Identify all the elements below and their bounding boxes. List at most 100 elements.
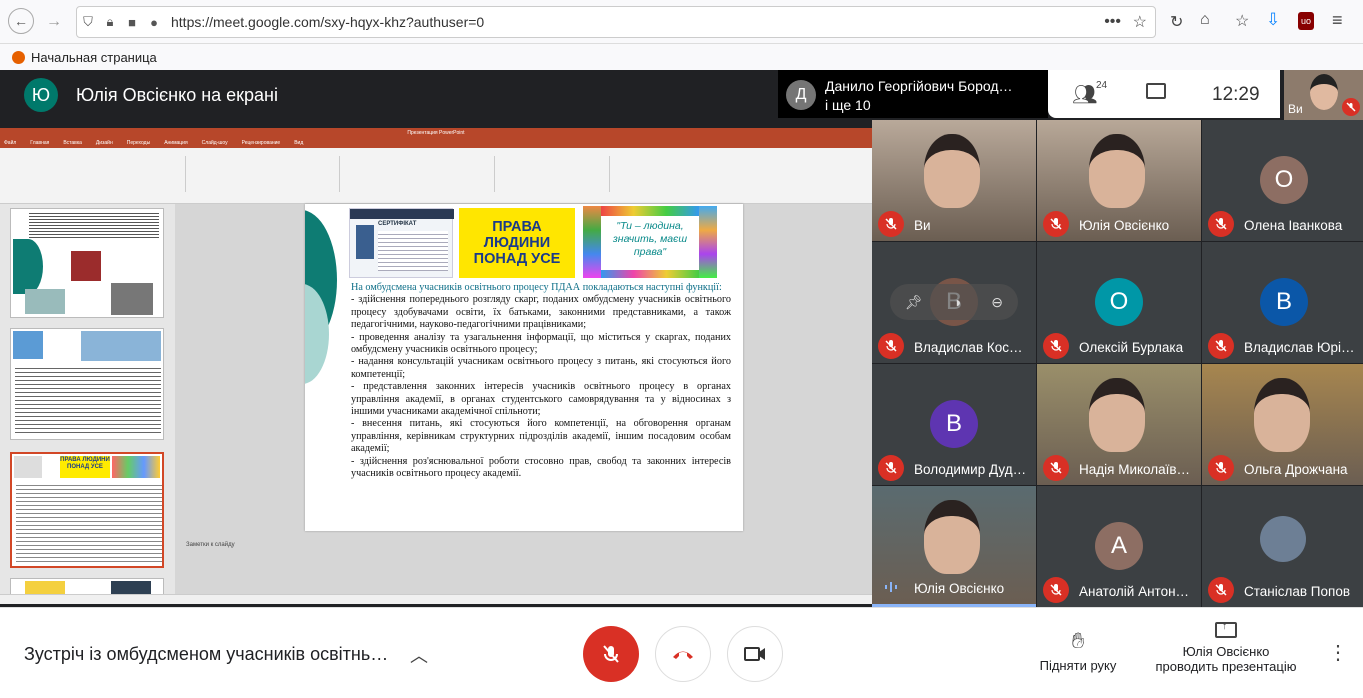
forward-icon[interactable]: → <box>40 8 68 36</box>
participant-video <box>924 500 980 574</box>
participant-name: Владислав Кос… <box>914 340 1032 355</box>
presenting-name: Юлія Овсієнко <box>1150 644 1302 659</box>
participant-tile[interactable]: О Олексій Бурлака <box>1037 242 1201 363</box>
people-icon[interactable]: 👥︎ <box>1072 82 1097 107</box>
slide-item: - надання консультацій учасникам освітнь… <box>351 356 731 381</box>
participant-name: Ольга Дрожчана <box>1244 462 1362 477</box>
download-icon[interactable]: ⇩ <box>1266 10 1280 30</box>
participant-tile[interactable]: В📌︎◑⊖Владислав Кос… <box>872 242 1036 363</box>
participant-tile[interactable]: Надія Миколаїв… <box>1037 364 1201 485</box>
slide-notes[interactable]: Заметки к слайду <box>186 542 235 548</box>
participant-tile[interactable]: Станіслав Попов <box>1202 486 1363 607</box>
expand-icon[interactable]: ◑ <box>953 294 961 310</box>
star-icon[interactable]: ☆ <box>1133 12 1147 32</box>
hangup-button[interactable] <box>655 626 711 682</box>
slide-item: - представлення законних інтересів учасн… <box>351 381 731 418</box>
hands-image: "Ти – людина, значить, маєш права" <box>583 206 717 278</box>
more-options-icon[interactable]: ⋮ <box>1328 640 1348 665</box>
participant-tile[interactable]: А Анатолій Антон… <box>1037 486 1201 607</box>
speaker-more: і ще 10 <box>825 97 871 113</box>
cert-label: СЕРТИФІКАТ <box>378 221 416 227</box>
participant-tile[interactable]: ООлена Іванкова <box>1202 120 1363 241</box>
firefox-icon <box>12 51 25 64</box>
mic-off-icon <box>878 333 904 359</box>
speaking-indicator-icon <box>878 574 904 600</box>
meet-header: Ю Юлія Овсієнко на екрані Д Данило Георг… <box>0 70 1363 120</box>
remove-icon[interactable]: ⊖ <box>991 294 1003 311</box>
participant-name: Станіслав Попов <box>1244 584 1362 599</box>
participant-avatar: О <box>1095 278 1143 326</box>
raise-hand-label: Підняти руку <box>1030 658 1126 673</box>
slide-item: - здійснення попереднього розгляду скарг… <box>351 294 731 331</box>
slide-heading: На омбудсмена учасників освітнього проце… <box>351 282 731 294</box>
bookmarks-icon[interactable]: ☆ <box>1235 11 1249 31</box>
hangup-icon <box>671 648 695 660</box>
participant-photo <box>1260 516 1306 562</box>
participant-tile[interactable]: Юлія Овсієнко <box>1037 120 1201 241</box>
slide-canvas: СЕРТИФІКАТ ПРАВА ЛЮДИНИ ПОНАД УСЕ "Ти – … <box>305 204 743 531</box>
participant-name: Ви <box>914 218 1032 233</box>
participant-video <box>1089 378 1145 452</box>
clock-time: 12:29 <box>1212 84 1260 106</box>
participant-tile[interactable]: Ви <box>872 120 1036 241</box>
present-icon: ↑ <box>1215 622 1237 638</box>
participant-video <box>924 134 980 208</box>
url-bar[interactable]: ⛉ 🔒︎ ■ ● https://meet.google.com/sxy-hqy… <box>76 6 1156 38</box>
slide-thumbnails[interactable]: ПРАВА ЛЮДИНИ ПОНАД УСЕ <box>0 204 175 594</box>
participants-grid: ВиЮлія ОвсієнкоООлена ІванковаВ📌︎◑⊖Влади… <box>872 120 1363 607</box>
more-icon[interactable]: ••• <box>1104 13 1121 31</box>
presenting-label: проводить презентацію <box>1150 659 1302 674</box>
camera-toggle-button[interactable] <box>727 626 783 682</box>
chat-icon[interactable] <box>1146 83 1166 99</box>
participant-tile[interactable]: Юлія Овсієнко <box>872 486 1036 607</box>
hand-icon: ✋︎ <box>1030 628 1126 654</box>
meet-bottom-bar: Зустріч із омбудсменом учасників освітнь… <box>0 607 1363 698</box>
thumb-banner: ПРАВА ЛЮДИНИ ПОНАД УСЕ <box>60 456 110 478</box>
mic-icon: ● <box>143 15 165 30</box>
participant-name: Юлія Овсієнко <box>914 581 1032 596</box>
back-icon[interactable]: ← <box>8 8 34 34</box>
raise-hand-button[interactable]: ✋︎ Підняти руку <box>1030 628 1126 673</box>
slide-item: - внесення питань, які стосуються його к… <box>351 418 731 455</box>
powerpoint-window: Презентация PowerPoint ФайлГлавнаяВставк… <box>0 128 872 604</box>
bookmark-home[interactable]: Начальная страница <box>31 50 157 65</box>
rights-banner-text: ПРАВА ЛЮДИНИ ПОНАД УСЕ <box>472 219 562 267</box>
thumb-slide-4-active[interactable]: ПРАВА ЛЮДИНИ ПОНАД УСЕ <box>10 452 164 568</box>
thumb-slide-2[interactable] <box>10 208 164 318</box>
participant-name: Олексій Бурлака <box>1079 340 1197 355</box>
ppt-titlebar: Презентация PowerPoint <box>0 128 872 138</box>
self-preview[interactable]: Ви <box>1284 70 1363 120</box>
participant-tile[interactable]: ВВладислав Юрі… <box>1202 242 1363 363</box>
tile-hover-controls[interactable]: 📌︎ ◑ ⊖ <box>890 284 1018 320</box>
presenting-button[interactable]: ↑ Юлія Овсієнко проводить презентацію <box>1150 622 1302 674</box>
chevron-up-icon[interactable]: ︿ <box>410 642 428 668</box>
mic-off-icon <box>1043 455 1069 481</box>
participant-name: Анатолій Антон… <box>1079 584 1197 599</box>
mic-off-icon <box>1208 211 1234 237</box>
self-label: Ви <box>1288 102 1303 116</box>
mic-off-icon <box>1043 577 1069 603</box>
pin-icon[interactable]: 📌︎ <box>905 294 923 311</box>
shield-icon: ⛉ <box>77 14 99 30</box>
mic-off-icon <box>878 455 904 481</box>
home-icon[interactable]: ⌂ <box>1200 11 1210 29</box>
mic-off-icon <box>1208 333 1234 359</box>
participant-tile[interactable]: Ольга Дрожчана <box>1202 364 1363 485</box>
menu-icon[interactable]: ≡ <box>1332 10 1343 31</box>
ublock-icon[interactable]: uo <box>1298 12 1314 30</box>
presenter-avatar: Ю <box>24 78 58 112</box>
participant-avatar: А <box>1095 522 1143 570</box>
participant-avatar: В <box>930 400 978 448</box>
ppt-statusbar <box>0 594 872 604</box>
mic-toggle-button[interactable] <box>583 626 639 682</box>
mic-off-icon <box>1043 211 1069 237</box>
thumb-slide-3[interactable] <box>10 328 164 440</box>
thumb-slide-5[interactable] <box>10 578 164 594</box>
meeting-title: Зустріч із омбудсменом учасників освітнь… <box>24 644 399 665</box>
reload-icon[interactable]: ↻ <box>1170 12 1183 32</box>
people-count: 24 <box>1096 80 1107 91</box>
participant-tile[interactable]: ВВолодимир Дуд… <box>872 364 1036 485</box>
speaker-card: Д Данило Георгійович Бород… і ще 10 <box>778 70 1048 118</box>
participant-avatar: О <box>1260 156 1308 204</box>
camera-icon: ■ <box>121 15 143 30</box>
